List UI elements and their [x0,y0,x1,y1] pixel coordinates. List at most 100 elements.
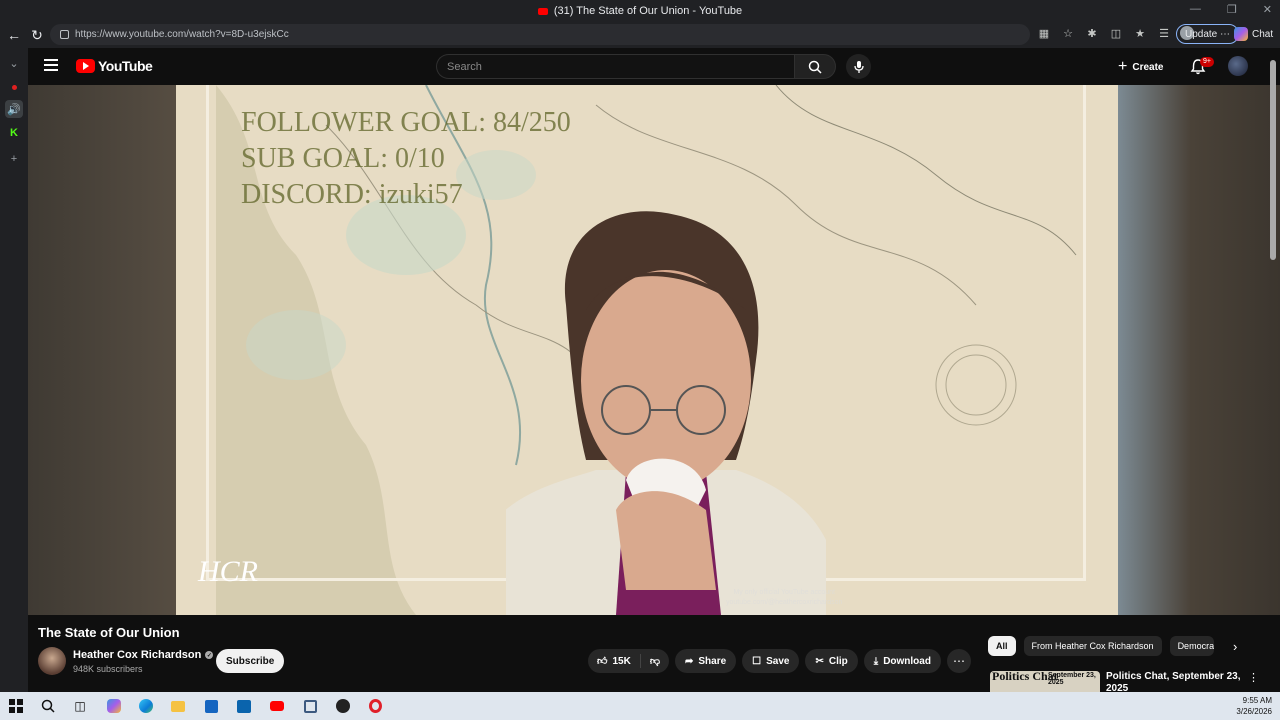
presenter [506,211,826,615]
url-field[interactable]: https://www.youtube.com/watch?v=8D-u3ejs… [50,24,1030,45]
extensions-icon[interactable]: ✱ [1084,25,1100,41]
windows-start-icon[interactable] [8,698,24,714]
like-button[interactable]: 👍︎ 15K [588,649,640,673]
restore-icon[interactable]: ❐ [1227,3,1237,16]
chat-label: Chat [1252,28,1274,40]
chip-from-channel[interactable]: From Heather Cox Richardson [1023,636,1162,656]
search-icon[interactable] [40,698,56,714]
menu-icon[interactable] [44,59,58,71]
youtube-app-icon[interactable] [269,698,285,714]
outlook-icon[interactable] [236,698,252,714]
close-icon[interactable]: ✕ [1263,3,1272,16]
stream-goal-overlay: FOLLOWER GOAL: 84/250 SUB GOAL: 0/10 DIS… [241,105,571,213]
channel-watermark: My only official YouTube account youtube… [726,588,842,608]
url-text: https://www.youtube.com/watch?v=8D-u3ejs… [75,29,289,40]
favorites-icon[interactable]: ★ [1132,25,1148,41]
youtube-page: YouTube + Create 9+ [28,48,1280,692]
clock-date: 3/26/2026 [1236,707,1272,716]
browser-sidebar: ⌄ 🔊 K + [0,48,28,692]
page-scrollbar[interactable] [1270,60,1276,260]
split-screen-icon[interactable]: ◫ [1108,25,1124,41]
recommended-thumbnail[interactable]: Politics Chat September 23, 2025 [990,670,1100,692]
download-button[interactable]: ⤓ Download [863,649,941,673]
more-actions-icon[interactable]: ⋯ [946,649,971,673]
clip-button[interactable]: ✂ Clip [805,649,858,673]
video-actions: 👍︎ 15K 👎︎ ➦ Share ☐ Save ✂ Clip ⤓ Downlo… [588,649,971,673]
copilot-icon [1234,27,1248,41]
opera-browser-icon[interactable] [367,698,383,714]
video-background-right [1118,85,1280,615]
video-title: The State of Our Union [38,625,180,640]
minimize-icon[interactable]: — [1190,3,1201,16]
address-bar-row: ← ↻ https://www.youtube.com/watch?v=8D-u… [0,22,1280,48]
update-button[interactable]: Update ⋯ [1176,24,1240,44]
download-icon: ⤓ [873,655,879,667]
recommended-video[interactable]: Politics Chat September 23, 2025 Politic… [990,669,1280,692]
like-count: 15K [612,655,631,667]
share-button[interactable]: ➦ Share [674,649,737,673]
task-view-icon[interactable]: ◫ [72,698,88,714]
search-button[interactable] [794,54,836,79]
follower-goal-text: FOLLOWER GOAL: 84/250 [241,107,571,138]
verified-check-icon: ✓ [205,651,214,659]
create-button[interactable]: + Create [1118,56,1163,78]
save-button[interactable]: ☐ Save [742,649,800,673]
hcr-signature-logo: HCR [198,555,258,588]
obs-studio-icon[interactable] [335,698,351,714]
chevron-down-icon[interactable]: ⌄ [5,54,23,72]
kick-tab-icon[interactable]: K [5,124,23,142]
watermark-line-1: My only official YouTube account [733,589,836,596]
save-label: Save [766,655,790,667]
windows-taskbar: ◫ 9:55 AM 3/26/2026 [0,692,1280,720]
favorite-star-icon[interactable]: ☆ [1060,25,1076,41]
nautical-chart-background: FOLLOWER GOAL: 84/250 SUB GOAL: 0/10 DIS… [176,85,1118,615]
edge-browser-icon[interactable] [138,698,154,714]
recommended-title[interactable]: Politics Chat, September 23, 2025 [1106,671,1246,692]
copilot-icon[interactable] [106,698,122,714]
thumbnail-date: September 23, 2025 [1048,672,1096,686]
subscribe-button[interactable]: Subscribe [216,649,285,673]
sub-goal-text: SUB GOAL: 0/10 [241,143,445,174]
app-available-icon[interactable]: ▦ [1036,25,1052,41]
audio-tab-icon[interactable]: 🔊 [5,100,23,118]
related-filter-chips: All From Heather Cox Richardson Democrac… [988,636,1214,656]
search-icon [808,60,822,74]
chevron-right-icon[interactable]: › [1233,639,1237,654]
like-dislike-group: 👍︎ 15K 👎︎ [588,649,669,673]
channel-name-row[interactable]: Heather Cox Richardson ✓ [73,649,214,661]
system-clock[interactable]: 9:55 AM 3/26/2026 [1236,695,1272,717]
dislike-button[interactable]: 👎︎ [641,649,669,673]
youtube-logo[interactable]: YouTube [76,58,153,74]
collections-icon[interactable]: ☰ [1156,25,1172,41]
logo-text: YouTube [98,58,153,74]
download-label: Download [883,655,931,667]
chip-all[interactable]: All [988,636,1016,656]
clock-time: 9:55 AM [1242,696,1272,705]
share-label: Share [698,655,727,667]
back-icon[interactable]: ← [2,23,26,47]
video-player[interactable]: FOLLOWER GOAL: 84/250 SUB GOAL: 0/10 DIS… [28,85,1280,615]
voice-search-button[interactable] [846,54,871,79]
store-icon[interactable] [203,698,219,714]
scissors-icon: ✂ [815,655,824,667]
copilot-chat-button[interactable]: Chat [1234,25,1273,43]
site-info-icon[interactable] [60,30,69,39]
channel-name[interactable]: Heather Cox Richardson [73,649,201,661]
update-label: Update [1185,28,1218,40]
account-avatar[interactable] [1228,56,1248,76]
chip-democracy[interactable]: Democracy [1169,636,1214,656]
search-input[interactable] [436,54,794,79]
clip-label: Clip [828,655,848,667]
youtube-tab-icon[interactable] [5,78,23,96]
channel-avatar[interactable] [38,647,66,675]
search-box [436,54,836,79]
thumbs-up-icon: 👍︎ [597,656,608,667]
microphone-icon [853,60,864,73]
plus-icon: + [1118,58,1128,75]
new-tab-icon[interactable]: + [5,150,23,168]
more-vert-icon[interactable]: ⋮ [1248,671,1259,684]
settings-app-icon[interactable] [302,698,318,714]
file-explorer-icon[interactable] [170,698,186,714]
reload-icon[interactable]: ↻ [25,23,49,47]
masthead: YouTube + Create 9+ [28,48,1280,85]
